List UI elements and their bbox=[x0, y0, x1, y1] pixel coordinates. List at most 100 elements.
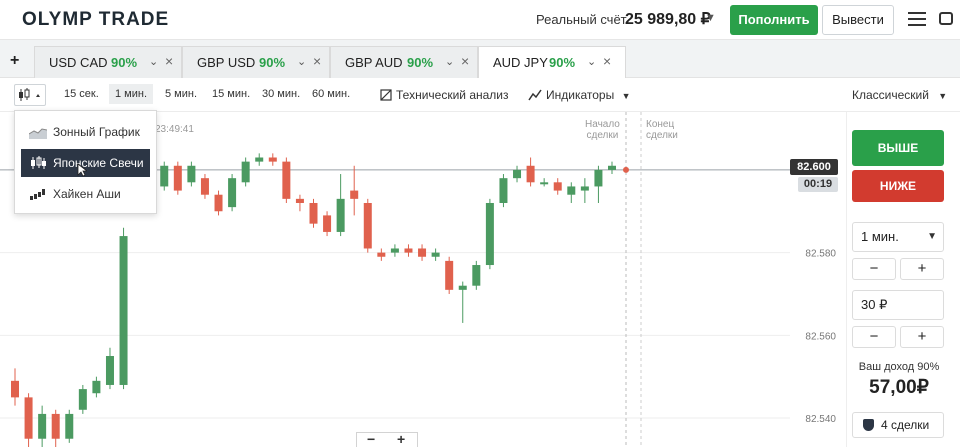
amount-input[interactable]: 30 ₽ bbox=[852, 290, 944, 320]
tab-payout-percent: 90% bbox=[259, 55, 286, 70]
candle-body bbox=[51, 413, 60, 439]
chevron-down-icon[interactable]: ⌄ bbox=[587, 55, 596, 68]
timeframe-30m[interactable]: 30 мин. bbox=[262, 88, 300, 100]
menu-item-area-chart[interactable]: Зонный График bbox=[21, 118, 150, 146]
chevron-down-icon[interactable]: ⌄ bbox=[149, 55, 158, 68]
candle-body bbox=[11, 380, 19, 398]
y-tick-label: 82.560 bbox=[805, 331, 836, 342]
deal-end-label: Конец сделки bbox=[646, 119, 678, 141]
duration-select[interactable]: 1 мин. ▼ bbox=[852, 222, 944, 252]
zoom-out-button[interactable]: − bbox=[367, 431, 375, 447]
candle-body bbox=[499, 178, 508, 203]
candle-body bbox=[336, 198, 345, 232]
candle-body bbox=[173, 165, 182, 191]
zoom-controls: − + bbox=[356, 431, 418, 447]
candle-body bbox=[404, 248, 413, 253]
amount-increase-button[interactable]: + bbox=[900, 326, 944, 348]
deals-button[interactable]: 4 сделки bbox=[852, 412, 944, 438]
countdown-tag: 00:19 bbox=[798, 177, 838, 192]
deals-label: 4 сделки bbox=[881, 418, 930, 432]
withdraw-button[interactable]: Вывести bbox=[822, 5, 894, 35]
close-icon[interactable]: × bbox=[313, 53, 321, 69]
live-price-dot bbox=[623, 166, 629, 173]
candlestick-icon bbox=[31, 156, 46, 169]
tools-icon bbox=[380, 89, 392, 101]
chart-style-label: Классический bbox=[852, 88, 929, 102]
tab-pair-label: USD CAD bbox=[49, 55, 108, 70]
close-icon[interactable]: × bbox=[461, 53, 469, 69]
candle-body bbox=[255, 157, 264, 162]
candle-body bbox=[228, 178, 237, 208]
tech-analysis-label: Технический анализ bbox=[396, 88, 509, 102]
add-tab-button[interactable]: + bbox=[10, 52, 19, 70]
timeframe-15m[interactable]: 15 мин. bbox=[212, 88, 250, 100]
chevron-down-icon[interactable]: ▼ bbox=[705, 12, 716, 24]
chart-type-button[interactable] bbox=[14, 84, 46, 106]
tech-analysis-button[interactable]: Технический анализ bbox=[380, 88, 509, 102]
candle-body bbox=[323, 215, 332, 232]
zoom-in-button[interactable]: + bbox=[397, 431, 405, 447]
candle-body bbox=[553, 182, 562, 191]
candle-body bbox=[78, 389, 87, 410]
tab-gbp-aud[interactable]: GBP AUD 90% ⌄ × bbox=[330, 46, 478, 78]
menu-item-label: Хайкен Аши bbox=[53, 187, 121, 201]
deposit-button[interactable]: Пополнить bbox=[730, 5, 818, 35]
tab-payout-percent: 90% bbox=[407, 55, 434, 70]
indicators-icon bbox=[528, 89, 542, 101]
tab-aud-jpy[interactable]: AUD JPY 90% ⌄ × bbox=[478, 46, 626, 78]
income-value: 57,00₽ bbox=[869, 377, 929, 398]
chat-icon[interactable] bbox=[939, 12, 953, 25]
current-price-tag: 82.600 bbox=[790, 159, 838, 175]
header: OLYMP TRADE Реальный счёт 25 989,80 ₽ ▼ … bbox=[0, 0, 960, 40]
chart-style-select[interactable]: Классический ▼ bbox=[852, 88, 947, 102]
balance-value[interactable]: 25 989,80 ₽ bbox=[625, 9, 711, 29]
higher-button[interactable]: ВЫШЕ bbox=[852, 130, 944, 166]
y-tick-label: 82.580 bbox=[805, 249, 836, 260]
candle-body bbox=[445, 260, 454, 290]
tab-payout-percent: 90% bbox=[111, 55, 138, 70]
tab-gbp-usd[interactable]: GBP USD 90% ⌄ × bbox=[182, 46, 330, 78]
close-icon[interactable]: × bbox=[603, 53, 611, 69]
timeframe-60m[interactable]: 60 мин. bbox=[312, 88, 350, 100]
account-type-label[interactable]: Реальный счёт bbox=[536, 12, 627, 27]
chevron-down-icon[interactable]: ⌄ bbox=[297, 55, 306, 68]
indicators-label: Индикаторы bbox=[546, 88, 615, 102]
deal-start-label-line-1: Начало bbox=[585, 119, 620, 130]
amount-decrease-button[interactable]: − bbox=[852, 326, 896, 348]
chart-toolbar: 15 сек. 1 мин. 5 мин. 15 мин. 30 мин. 60… bbox=[0, 78, 960, 112]
tab-usd-cad[interactable]: USD CAD 90% ⌄ × bbox=[34, 46, 182, 78]
chevron-down-icon[interactable]: ⌄ bbox=[445, 55, 454, 68]
menu-icon[interactable] bbox=[908, 12, 926, 26]
candle-body bbox=[458, 285, 467, 290]
tab-pair-label: AUD JPY bbox=[493, 55, 548, 70]
indicators-button[interactable]: Индикаторы ▼ bbox=[528, 88, 630, 102]
candle-body bbox=[119, 236, 128, 385]
deal-start-label-line-2: сделки bbox=[586, 130, 619, 141]
close-icon[interactable]: × bbox=[165, 53, 173, 69]
candle-body bbox=[309, 202, 318, 224]
menu-item-heikin-ashi[interactable]: Хайкен Аши bbox=[21, 180, 150, 208]
tab-pair-label: GBP AUD bbox=[345, 55, 403, 70]
candle-body bbox=[24, 397, 33, 439]
cursor-icon bbox=[77, 163, 87, 177]
duration-decrease-button[interactable]: − bbox=[852, 258, 896, 280]
menu-item-label: Японские Свечи bbox=[53, 156, 144, 170]
candle-body bbox=[268, 157, 277, 162]
candle-body bbox=[567, 186, 576, 195]
duration-increase-button[interactable]: + bbox=[900, 258, 944, 280]
candle-body bbox=[472, 265, 481, 286]
candle-body bbox=[92, 380, 101, 394]
candle-body bbox=[105, 356, 114, 385]
timeframe-1m[interactable]: 1 мин. bbox=[109, 84, 154, 104]
menu-item-candlesticks[interactable]: Японские Свечи bbox=[21, 149, 150, 177]
timeframe-5m[interactable]: 5 мин. bbox=[165, 88, 197, 100]
lower-button[interactable]: НИЖЕ bbox=[852, 170, 944, 202]
trade-panel: ВЫШЕ НИЖЕ 1 мин. ▼ − + 30 ₽ − + Ваш дохо… bbox=[846, 112, 960, 447]
candle-body bbox=[513, 169, 522, 179]
timeframe-15s[interactable]: 15 сек. bbox=[64, 88, 99, 100]
candle-body bbox=[431, 252, 440, 257]
candle-body bbox=[282, 161, 291, 199]
candle-body bbox=[65, 413, 74, 439]
crosshair-time-label: 23:49:41 bbox=[155, 124, 194, 135]
logo[interactable]: OLYMP TRADE bbox=[22, 9, 169, 31]
